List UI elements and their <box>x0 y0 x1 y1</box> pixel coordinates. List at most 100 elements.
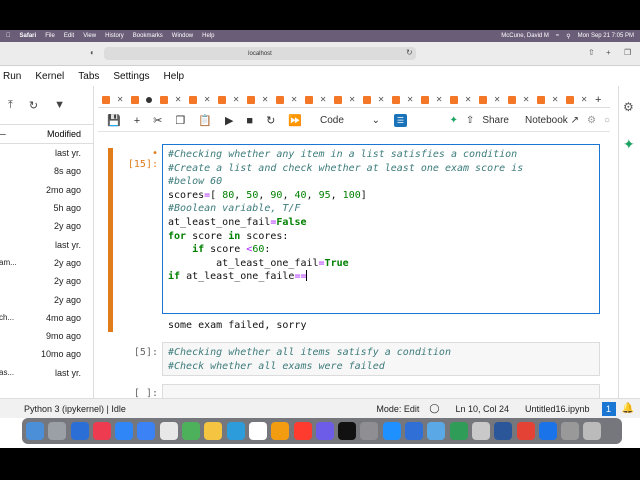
close-icon[interactable]: ✕ <box>117 95 124 104</box>
cell-type-select[interactable]: Code ⌄ <box>320 115 380 126</box>
bell-icon[interactable]: 🔔 <box>622 403 634 414</box>
menubar-item-bookmarks[interactable]: Bookmarks <box>133 33 163 39</box>
share-button[interactable]: ⇧ Share <box>466 115 509 126</box>
folder-icon[interactable] <box>561 422 580 440</box>
share-icon[interactable]: ⇧ <box>588 48 595 58</box>
tab-overview-icon[interactable]: ❐ <box>624 48 631 58</box>
notebook-tab[interactable]: ✕ <box>214 93 243 107</box>
file-list-item[interactable]: last yr. <box>0 235 93 253</box>
calendar-icon[interactable] <box>248 422 267 440</box>
menubar-item-file[interactable]: File <box>45 33 55 39</box>
menu-run[interactable]: Run <box>3 71 21 82</box>
cursor-position[interactable]: Ln 10, Col 24 <box>455 404 509 414</box>
menu-settings[interactable]: Settings <box>113 71 149 82</box>
menubar-clock[interactable]: Mon Sep 21 7:05 PM <box>578 33 634 39</box>
close-icon[interactable]: ✕ <box>262 95 269 104</box>
tv-icon[interactable] <box>338 422 357 440</box>
code-cell-editor[interactable]: #Checking whether all items satisfy a co… <box>162 342 600 376</box>
new-tab-icon[interactable]: + <box>595 94 601 106</box>
close-icon[interactable]: ✕ <box>436 95 443 104</box>
file-list-item[interactable]: 8s ago <box>0 162 93 180</box>
safari-icon[interactable] <box>70 422 89 440</box>
filter-icon[interactable]: ▼ <box>54 99 65 111</box>
file-list-item[interactable]: 2mo ago <box>0 181 93 199</box>
output-collapser[interactable] <box>108 318 113 332</box>
property-inspector-icon[interactable]: ⚙ <box>623 100 634 114</box>
chrome-icon[interactable] <box>516 422 535 440</box>
mail-icon[interactable] <box>115 422 134 440</box>
preview-icon[interactable] <box>427 422 446 440</box>
file-list-item[interactable]: 9mo ago <box>0 327 93 345</box>
restart-icon[interactable]: ↻ <box>266 114 275 127</box>
notebook-tab[interactable]: ✕ <box>504 93 533 107</box>
menubar-app-name[interactable]: Safari <box>20 33 37 39</box>
notebook-tab[interactable]: ✕ <box>98 93 127 107</box>
close-icon[interactable]: ✕ <box>552 95 559 104</box>
facetime-icon[interactable] <box>182 422 201 440</box>
command-palette-icon[interactable]: ☰ <box>393 114 407 127</box>
contacts-icon[interactable] <box>271 422 290 440</box>
messages-icon[interactable] <box>137 422 156 440</box>
menubar-item-help[interactable]: Help <box>202 33 214 39</box>
menubar-user[interactable]: McCune, David M <box>501 33 549 39</box>
close-icon[interactable]: ✕ <box>291 95 298 104</box>
notebook-tab[interactable]: ✕ <box>359 93 388 107</box>
privacy-icon[interactable]: ◐ <box>90 48 95 58</box>
notebook-tab[interactable]: ✕ <box>475 93 504 107</box>
run-icon[interactable]: ▶ <box>225 114 233 127</box>
zoom-icon[interactable] <box>405 422 424 440</box>
trash-icon[interactable] <box>583 422 602 440</box>
podcasts-icon[interactable] <box>315 422 334 440</box>
ai-assistant-icon[interactable]: ✦ <box>623 136 635 153</box>
notebook-tab[interactable]: ✕ <box>533 93 562 107</box>
notification-count[interactable]: 1 <box>601 401 616 416</box>
kernel-status[interactable]: Python 3 (ipykernel) | Idle <box>24 404 126 414</box>
upload-icon[interactable]: ⤒ <box>8 99 13 112</box>
close-icon[interactable]: ✕ <box>523 95 530 104</box>
excel-icon[interactable] <box>449 422 468 440</box>
close-icon[interactable]: ✕ <box>465 95 472 104</box>
word-icon[interactable] <box>494 422 513 440</box>
file-list-item[interactable]: am... 2y ago <box>0 254 93 272</box>
gear-icon[interactable]: ⚙ <box>587 115 596 126</box>
shield-icon[interactable]: ◯ <box>429 403 439 414</box>
notebook-tab[interactable]: ✕ <box>417 93 446 107</box>
kernel-name-button[interactable]: Notebook ↗ <box>517 115 579 126</box>
notebook-tab[interactable]: ✕ <box>243 93 272 107</box>
cut-icon[interactable]: ✂ <box>153 114 162 127</box>
file-list-item[interactable]: ch... 4mo ago <box>0 309 93 327</box>
file-list-item[interactable]: 2y ago <box>0 272 93 290</box>
file-list-item[interactable]: as... last yr. <box>0 364 93 382</box>
utility-icon[interactable] <box>471 422 490 440</box>
photos-icon[interactable] <box>159 422 178 440</box>
menu-kernel[interactable]: Kernel <box>35 71 64 82</box>
notebook-tab[interactable]: ✕ <box>185 93 214 107</box>
search-icon[interactable]: ⚲ <box>566 33 570 40</box>
close-icon[interactable]: ✕ <box>407 95 414 104</box>
apple-icon[interactable]:  <box>6 33 11 39</box>
maps-icon[interactable] <box>226 422 245 440</box>
launchpad-icon[interactable] <box>48 422 67 440</box>
file-list-item[interactable]: 2y ago <box>0 217 93 235</box>
fast-forward-icon[interactable]: ⏩ <box>288 114 302 127</box>
notebook-tab[interactable]: ✕ <box>388 93 417 107</box>
menu-help[interactable]: Help <box>164 71 185 82</box>
column-modified[interactable]: Modified <box>47 129 81 139</box>
notes-icon[interactable] <box>204 422 223 440</box>
close-icon[interactable]: ✕ <box>349 95 356 104</box>
unsaved-dot-icon[interactable] <box>146 96 153 103</box>
notebook-tab[interactable]: ✕ <box>272 93 301 107</box>
close-icon[interactable]: ✕ <box>233 95 240 104</box>
address-bar[interactable]: localhost <box>104 47 416 60</box>
file-list-item[interactable]: 2y ago <box>0 290 93 308</box>
close-icon[interactable]: ✕ <box>320 95 327 104</box>
insert-cell-icon[interactable]: + <box>134 115 140 127</box>
settings-icon[interactable] <box>360 422 379 440</box>
wifi-icon[interactable]: ≈ <box>556 33 559 39</box>
copy-icon[interactable]: ❐ <box>175 114 185 127</box>
close-icon[interactable]: ✕ <box>494 95 501 104</box>
music-icon[interactable] <box>92 422 111 440</box>
sort-handle-icon[interactable]: ─ <box>0 130 6 139</box>
save-icon[interactable]: 💾 <box>107 114 121 127</box>
refresh-icon[interactable]: ↻ <box>29 99 38 112</box>
